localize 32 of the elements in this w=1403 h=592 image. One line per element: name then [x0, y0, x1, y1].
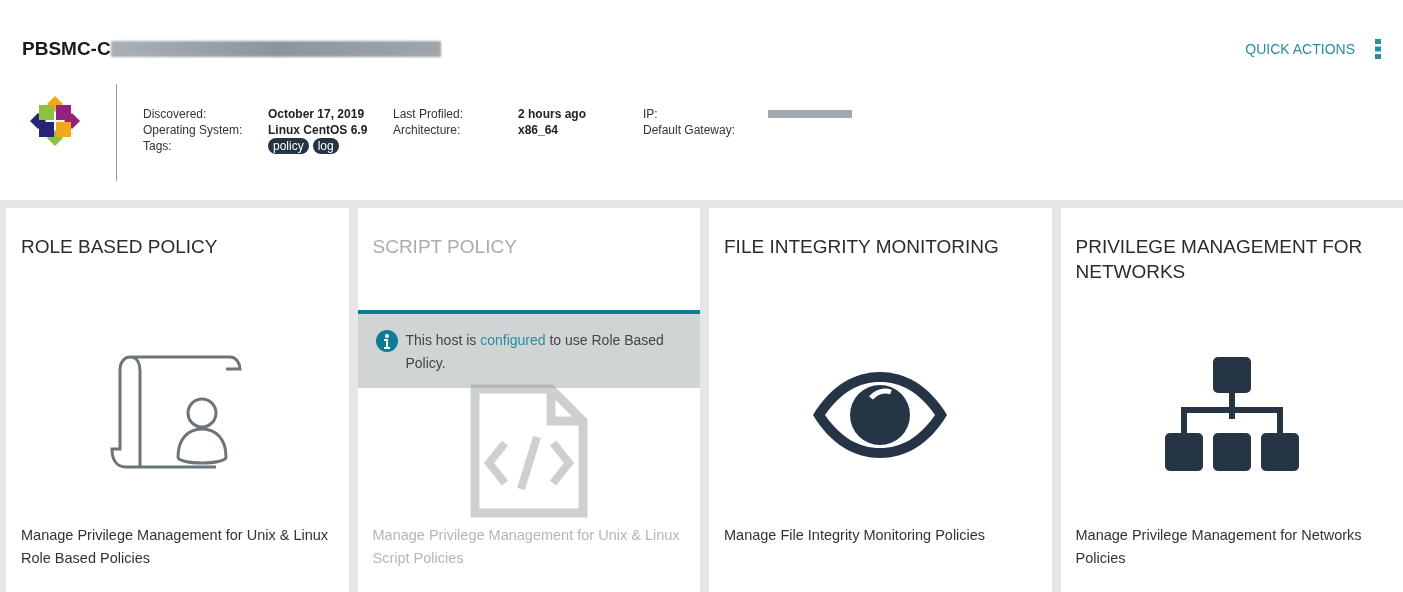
field-label: Operating System:: [143, 122, 244, 138]
field-value: 2 hours ago: [518, 106, 587, 122]
card-title: ROLE BASED POLICY: [20, 235, 219, 259]
os-logo-icon: [30, 96, 80, 146]
info-icon: [375, 330, 398, 352]
card-description: Manage Privilege Management for Unix & Linux Role Based Policies: [20, 526, 330, 568]
tag-chip: policy: [268, 138, 309, 154]
feature-card[interactable]: FILE INTEGRITY MONITORING Manage File Integrity Monitoring Policies: [709, 208, 1052, 592]
field-label: Default Gateway:: [643, 122, 737, 138]
host-title: PBSMC-C: [22, 38, 111, 60]
field-label: Last Profiled:: [393, 106, 465, 122]
field-label: IP:: [643, 106, 659, 122]
field-value: October 17, 2019: [268, 106, 366, 122]
card-title: SCRIPT POLICY: [371, 235, 518, 259]
tag-chip: log: [312, 138, 339, 154]
card-title: FILE INTEGRITY MONITORING: [723, 235, 1000, 259]
feature-card[interactable]: ROLE BASED POLICY Manage Privilege Management for Unix & Linux Role Based Policies: [6, 208, 349, 592]
code-file-icon: [468, 383, 589, 519]
quick-actions-link[interactable]: QUICK ACTIONS: [1245, 41, 1355, 57]
field-value: Linux CentOS 6.9: [268, 122, 369, 138]
card-description: Manage Privilege Management for Networks Policies: [1074, 526, 1363, 568]
field-value: x86_64: [518, 122, 560, 138]
card-description: Manage File Integrity Monitoring Policies: [723, 526, 987, 545]
field-label: Discovered:: [143, 106, 208, 122]
field-label: Tags:: [143, 138, 173, 154]
eye-icon: [811, 369, 950, 460]
feature-card[interactable]: PRIVILEGE MANAGEMENT FOR NETWORKS Manage Privilege Management for Networks Policies: [1060, 208, 1403, 592]
card-title: PRIVILEGE MANAGEMENT FOR NETWORKS: [1074, 235, 1364, 284]
notice-text: This host is configured to use Role Based Policy.: [405, 331, 665, 373]
more-menu-icon[interactable]: [1375, 39, 1381, 59]
card-description: Manage Privilege Management for Unix & Linux Script Policies: [371, 526, 681, 568]
field-label: Architecture:: [393, 122, 462, 138]
